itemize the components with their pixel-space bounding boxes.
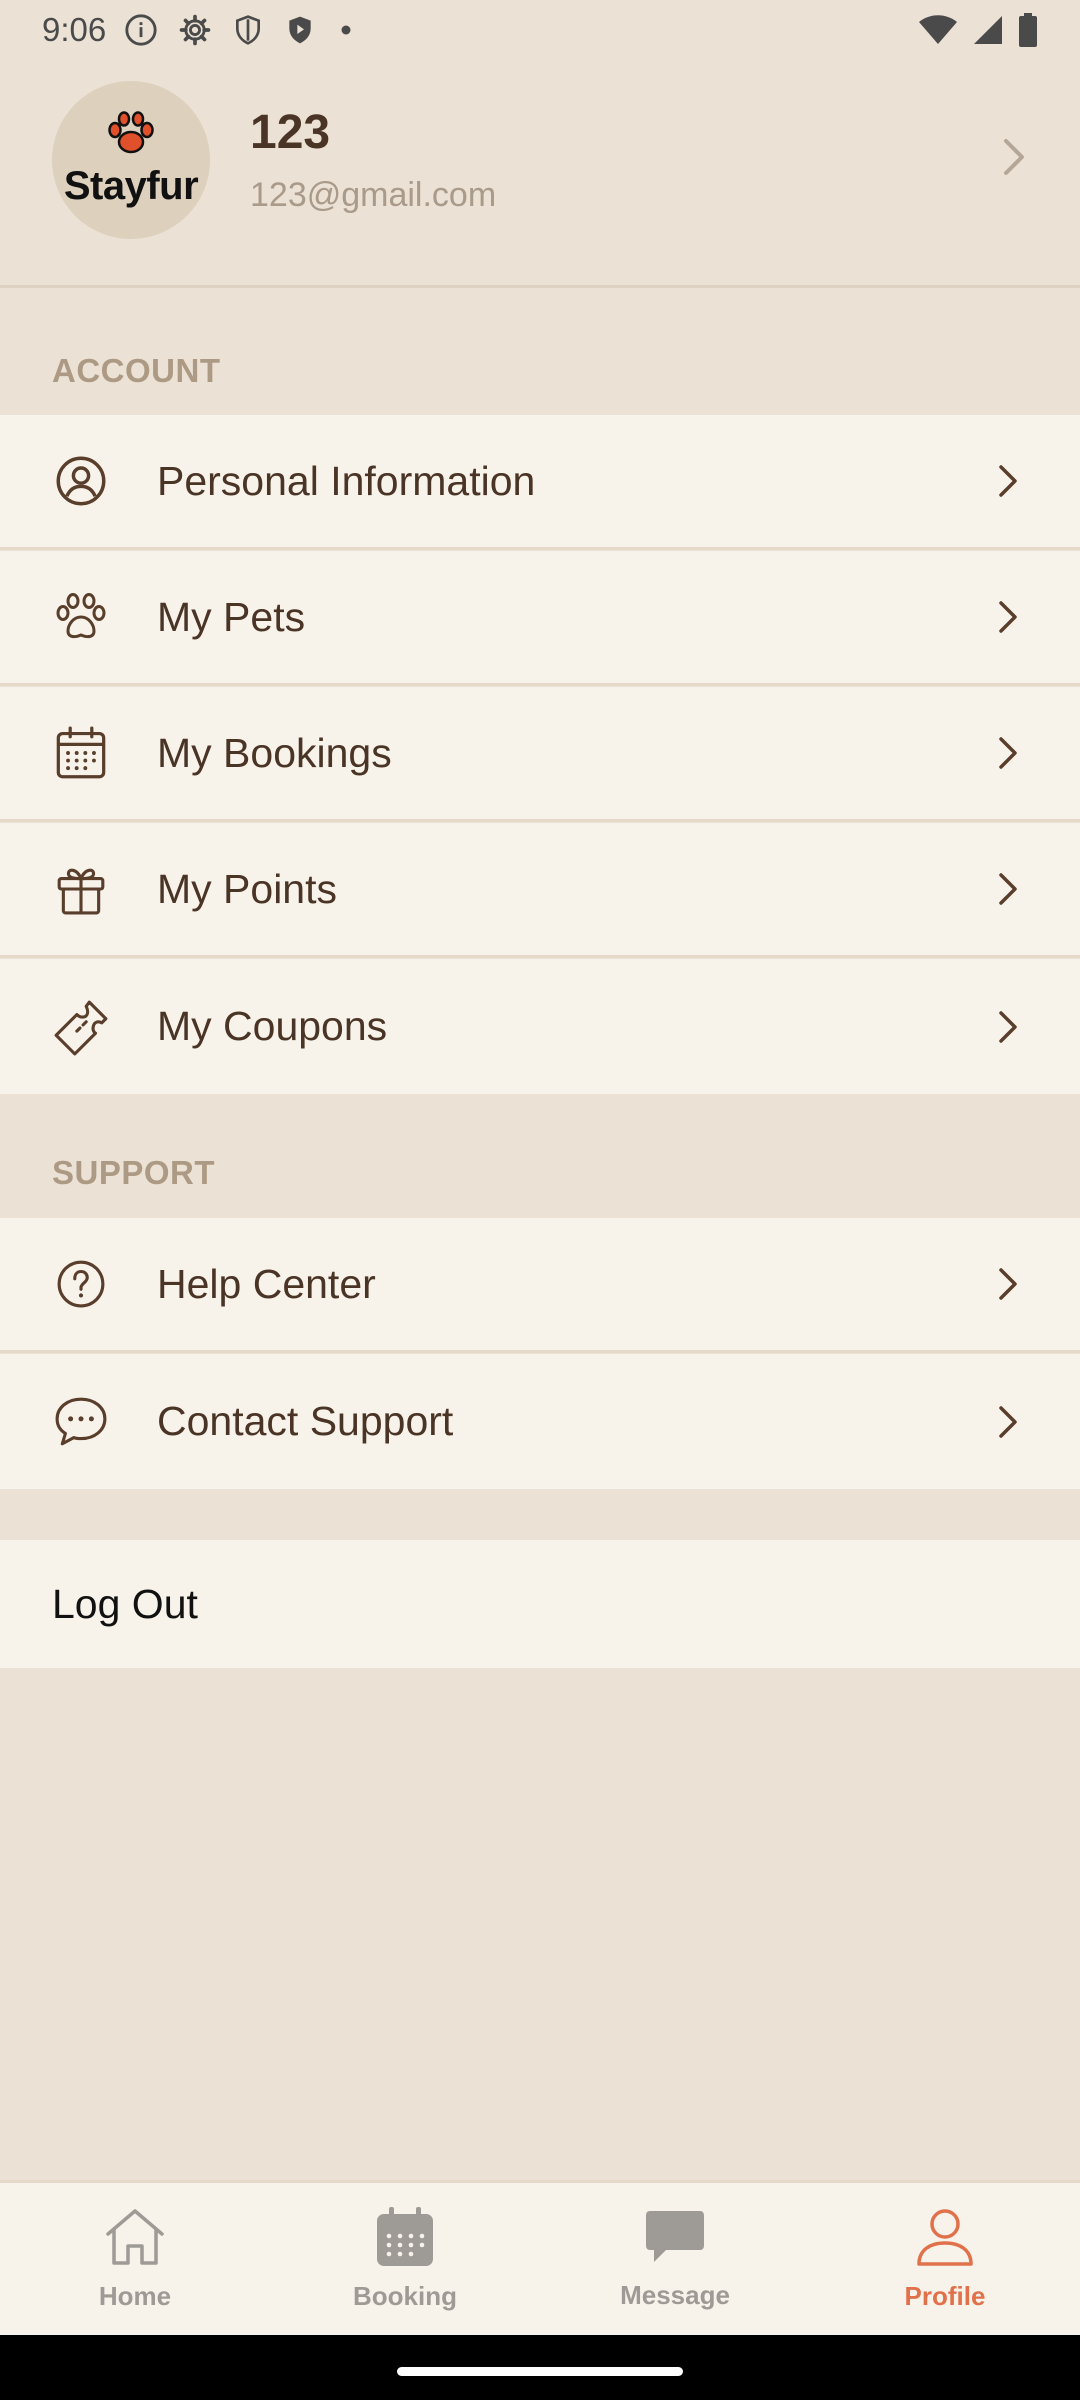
gesture-bar bbox=[0, 2335, 1080, 2400]
status-icons-right bbox=[918, 13, 1038, 47]
ticket-icon bbox=[51, 997, 111, 1057]
menu-item-my-points[interactable]: My Points bbox=[0, 823, 1080, 958]
paw-logo-icon bbox=[105, 110, 157, 162]
logout-button[interactable]: Log Out bbox=[0, 1540, 1080, 1668]
dot-icon bbox=[336, 20, 356, 40]
settings-icon bbox=[178, 13, 212, 47]
menu-item-personal-information[interactable]: Personal Information bbox=[0, 415, 1080, 550]
menu-item-help-center[interactable]: Help Center bbox=[0, 1218, 1080, 1353]
menu-item-label: Personal Information bbox=[157, 457, 536, 504]
gift-icon bbox=[51, 859, 111, 919]
home-icon bbox=[102, 2206, 168, 2281]
profile-email: 123@gmail.com bbox=[250, 175, 497, 214]
section-header-account: ACCOUNT bbox=[52, 352, 221, 389]
chevron-right-icon bbox=[996, 1009, 1020, 1045]
section-header-support: SUPPORT bbox=[52, 1154, 216, 1191]
profile-name: 123 bbox=[250, 105, 331, 159]
status-time: 9:06 bbox=[42, 11, 107, 48]
profile-info: 123 123@gmail.com bbox=[250, 105, 496, 215]
shield-icon bbox=[232, 13, 264, 47]
chat-icon bbox=[51, 1392, 111, 1452]
menu-item-my-coupons[interactable]: My Coupons bbox=[0, 959, 1080, 1094]
menu-item-label: My Pets bbox=[157, 593, 306, 640]
chevron-right-icon bbox=[996, 871, 1020, 907]
bottom-nav: Home Booking Message Profile bbox=[0, 2180, 1080, 2335]
message-icon bbox=[644, 2207, 706, 2280]
menu-item-my-pets[interactable]: My Pets bbox=[0, 551, 1080, 686]
avatar: Stayfur bbox=[52, 80, 210, 239]
user-circle-icon bbox=[51, 451, 111, 511]
profile-icon bbox=[914, 2206, 976, 2281]
nav-label: Booking bbox=[353, 2281, 457, 2311]
signal-icon bbox=[972, 14, 1004, 46]
wifi-icon bbox=[918, 14, 958, 46]
info-icon bbox=[124, 13, 158, 47]
calendar-icon bbox=[51, 723, 111, 783]
chevron-right-icon bbox=[996, 463, 1020, 499]
nav-item-message[interactable]: Message bbox=[540, 2183, 810, 2335]
nav-label: Message bbox=[620, 2280, 730, 2310]
menu-item-label: My Coupons bbox=[157, 1003, 388, 1049]
calendar-icon bbox=[375, 2206, 435, 2281]
nav-item-booking[interactable]: Booking bbox=[270, 2183, 540, 2335]
home-gesture-handle[interactable] bbox=[397, 2367, 683, 2376]
profile-screen: 9:06 Stayfur 123 123@gmail.com ACCOUNT P… bbox=[0, 0, 1080, 2400]
paw-icon bbox=[51, 587, 111, 647]
chevron-right-icon bbox=[996, 1266, 1020, 1302]
chevron-right-icon bbox=[1000, 137, 1028, 182]
menu-item-label: My Bookings bbox=[157, 729, 392, 776]
logo-text: Stayfur bbox=[63, 163, 199, 208]
chevron-right-icon bbox=[996, 735, 1020, 771]
nav-item-home[interactable]: Home bbox=[0, 2183, 270, 2335]
battery-icon bbox=[1018, 13, 1038, 47]
menu-item-label: Help Center bbox=[157, 1260, 376, 1307]
status-bar: 9:06 bbox=[0, 0, 1080, 60]
chevron-right-icon bbox=[996, 1404, 1020, 1440]
status-icons-left bbox=[124, 13, 356, 47]
menu-item-my-bookings[interactable]: My Bookings bbox=[0, 687, 1080, 822]
menu-item-label: My Points bbox=[157, 865, 337, 912]
profile-header[interactable]: Stayfur 123 123@gmail.com bbox=[0, 60, 1080, 288]
menu-item-label: Contact Support bbox=[157, 1398, 454, 1444]
nav-label: Profile bbox=[904, 2281, 986, 2311]
help-circle-icon bbox=[51, 1254, 111, 1314]
logout-label: Log Out bbox=[52, 1580, 198, 1627]
menu-item-contact-support[interactable]: Contact Support bbox=[0, 1354, 1080, 1489]
shield-filled-icon bbox=[284, 13, 316, 47]
nav-label: Home bbox=[98, 2281, 172, 2311]
chevron-right-icon bbox=[996, 599, 1020, 635]
nav-item-profile[interactable]: Profile bbox=[810, 2183, 1080, 2335]
